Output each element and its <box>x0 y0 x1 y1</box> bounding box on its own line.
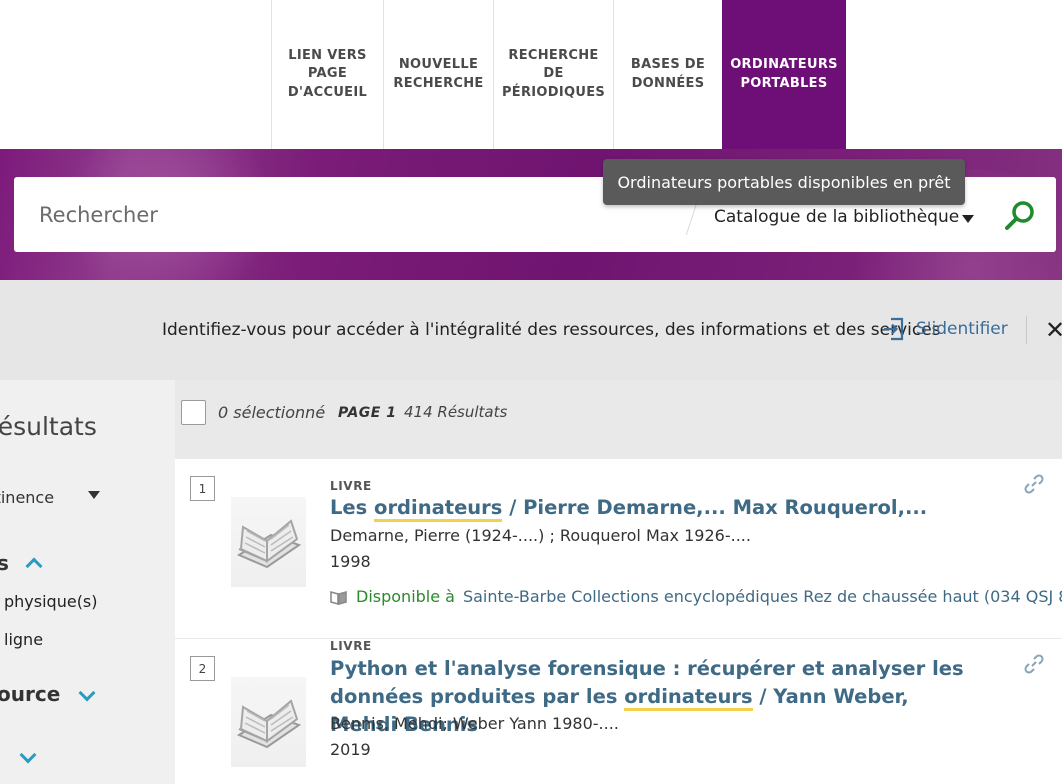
permalink-button[interactable] <box>1023 473 1045 495</box>
nav-databases[interactable]: BASES DE DONNÉES <box>613 0 722 149</box>
search-input[interactable] <box>39 199 679 231</box>
selected-count: 0 sélectionné <box>218 403 326 422</box>
result-record: 2 LIVRE Python et l'analyse forensique :… <box>175 639 1062 784</box>
search-term-highlight: ordinateurs <box>374 496 503 522</box>
record-authors: Demarne, Pierre (1924-....) ; Rouquerol … <box>330 526 751 545</box>
result-record: 1 LIVRE Les ordinateurs / Pierre Demarne… <box>175 459 1062 638</box>
facets-sidebar: résultats rtinence s physique(s) ligne o… <box>0 380 175 784</box>
top-navigation: LIEN VERS PAGE D'ACCUEIL NOUVELLE RECHER… <box>0 0 1062 149</box>
record-number: 2 <box>190 656 215 681</box>
record-year: 2019 <box>330 740 371 759</box>
signin-message: Identifiez-vous pour accéder à l'intégra… <box>162 320 941 340</box>
permalink-button[interactable] <box>1023 653 1045 675</box>
book-icon <box>330 590 347 605</box>
chevron-down-icon[interactable] <box>962 215 974 223</box>
page-indicator: PAGE 1 <box>338 405 397 421</box>
signin-separator <box>1026 316 1027 344</box>
record-thumbnail[interactable] <box>231 677 306 767</box>
signin-banner: Identifiez-vous pour accéder à l'intégra… <box>0 280 1062 380</box>
search-scope-select[interactable]: Catalogue de la bibliothèque <box>714 207 959 227</box>
record-type: LIVRE <box>330 479 372 493</box>
signin-label: S'identifier <box>916 319 1008 339</box>
chevron-down-icon[interactable] <box>78 684 96 702</box>
open-book-icon <box>236 699 302 749</box>
record-availability[interactable]: Disponible à Sainte-Barbe Collections en… <box>330 587 1062 606</box>
chevron-up-icon[interactable] <box>25 557 43 575</box>
nav-home-link[interactable]: LIEN VERS PAGE D'ACCUEIL <box>271 0 383 149</box>
search-icon <box>1005 201 1034 230</box>
facet-section-resource[interactable]: ource <box>0 682 60 706</box>
sign-in-icon <box>884 317 904 341</box>
search-term-highlight: ordinateurs <box>624 685 753 711</box>
record-thumbnail[interactable] <box>231 497 306 587</box>
record-title[interactable]: Les ordinateurs / Pierre Demarne,... Max… <box>330 494 980 522</box>
chevron-down-icon[interactable] <box>88 491 100 499</box>
nav-new-search[interactable]: NOUVELLE RECHERCHE <box>383 0 493 149</box>
record-year: 1998 <box>330 552 371 571</box>
link-icon <box>1024 654 1044 674</box>
results-count: 414 Résultats <box>404 403 508 421</box>
nav-laptops[interactable]: ORDINATEURS PORTABLES <box>722 0 846 149</box>
facet-item-physical[interactable]: physique(s) <box>4 592 98 611</box>
search-scope-label: Catalogue de la bibliothèque <box>714 207 960 227</box>
facet-section-availability[interactable]: s <box>0 551 9 575</box>
link-icon <box>1024 474 1044 494</box>
availability-location: Sainte-Barbe Collections encyclopédiques… <box>462 587 1062 606</box>
chevron-down-icon[interactable] <box>19 746 37 764</box>
close-icon[interactable]: ✕ <box>1045 316 1062 344</box>
facet-item-online[interactable]: ligne <box>4 630 43 649</box>
results-panel: 0 sélectionné PAGE 1 414 Résultats 1 LIV… <box>175 380 1062 784</box>
record-type: LIVRE <box>330 639 372 653</box>
open-book-icon <box>236 519 302 569</box>
select-all-checkbox[interactable] <box>181 400 206 425</box>
sort-select[interactable]: rtinence <box>0 488 54 507</box>
record-number: 1 <box>190 476 215 501</box>
signin-link[interactable]: S'identifier <box>882 316 1008 342</box>
record-authors: Bennis, Mehdi; Weber Yann 1980-.... <box>330 714 619 733</box>
nav-journal-search[interactable]: RECHERCHE DE PÉRIODIQUES <box>493 0 613 149</box>
laptops-tooltip: Ordinateurs portables disponibles en prê… <box>603 159 965 205</box>
sidebar-title: résultats <box>0 412 97 441</box>
search-button[interactable] <box>1002 197 1040 235</box>
availability-status: Disponible à <box>356 587 455 606</box>
